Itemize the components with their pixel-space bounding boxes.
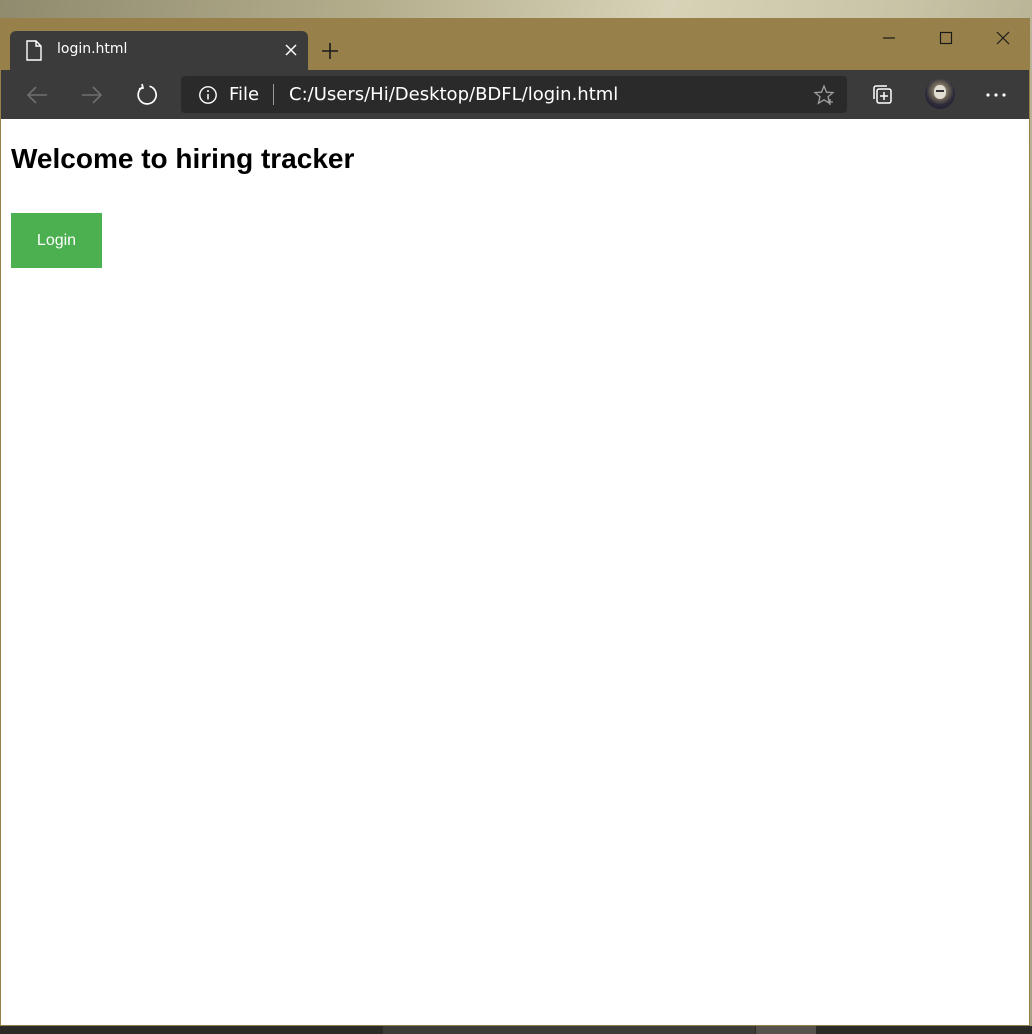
browser-toolbar: File C:/Users/Hi/Desktop/BDFL/login.html: [1, 70, 1029, 119]
forward-arrow-icon[interactable]: [77, 80, 107, 110]
maximize-icon[interactable]: [917, 19, 974, 57]
minimize-icon[interactable]: [860, 19, 917, 57]
avatar-eyes: [936, 90, 944, 92]
page-icon: [25, 40, 43, 61]
page-heading: Welcome to hiring tracker: [11, 143, 355, 174]
more-icon[interactable]: [983, 82, 1009, 108]
browser-window: login.html File C:/Users/Hi/Desktop/BDFL…: [0, 18, 1030, 1026]
taskbar-segment: [756, 1026, 816, 1034]
taskbar-segment: [383, 1026, 755, 1034]
address-bar[interactable]: File C:/Users/Hi/Desktop/BDFL/login.html: [181, 76, 847, 113]
collections-icon[interactable]: [870, 82, 896, 108]
url-text[interactable]: C:/Users/Hi/Desktop/BDFL/login.html: [289, 84, 618, 105]
title-bar: login.html: [1, 19, 1029, 70]
close-window-icon[interactable]: [974, 19, 1029, 57]
info-icon[interactable]: [198, 85, 218, 105]
close-tab-icon[interactable]: [283, 42, 299, 58]
tab-title: login.html: [57, 41, 128, 57]
new-tab-plus-icon[interactable]: [318, 39, 342, 63]
desktop-taskbar-edge: [0, 1026, 1032, 1034]
back-arrow-icon[interactable]: [22, 80, 52, 110]
address-divider: [273, 84, 274, 105]
profile-avatar[interactable]: [925, 79, 955, 109]
avatar-face: [934, 85, 946, 99]
refresh-icon[interactable]: [132, 80, 162, 110]
scheme-label: File: [229, 84, 260, 105]
page-content: Welcome to hiring tracker Login: [1, 119, 1029, 1025]
tab-login[interactable]: login.html: [10, 31, 308, 70]
star-icon[interactable]: [813, 84, 835, 106]
login-button[interactable]: Login: [11, 213, 102, 268]
